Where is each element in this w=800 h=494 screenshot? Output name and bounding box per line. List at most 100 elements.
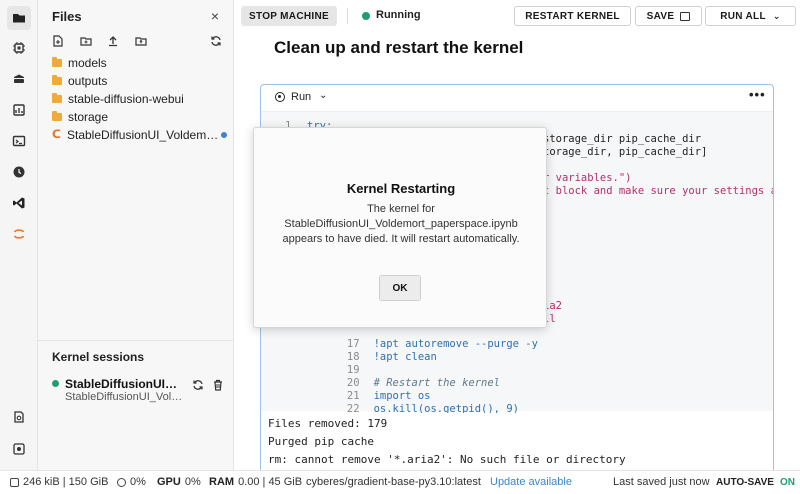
save-icon (680, 11, 691, 21)
save-button[interactable]: SAVE (635, 6, 702, 26)
upload-icon[interactable] (107, 35, 119, 47)
code-line: 19 (261, 352, 374, 376)
folder-icon (52, 75, 62, 85)
new-file-icon[interactable] (52, 35, 64, 47)
trash-icon[interactable] (212, 379, 224, 391)
ok-button[interactable]: OK (379, 275, 421, 301)
metrics-icon[interactable] (7, 98, 31, 122)
code-fragment: t block and make sure your settings a (543, 185, 774, 197)
run-button[interactable]: Run (291, 91, 311, 103)
stop-machine-button[interactable]: STOP MACHINE (241, 6, 337, 26)
terminal-icon[interactable] (7, 129, 31, 153)
session-name: StableDiffusionUI_Voldemort_paperspace.i… (65, 377, 183, 391)
file-item-notebook[interactable]: ᑕ StableDiffusionUI_Voldemort_paperspace… (52, 126, 232, 144)
more-options-icon[interactable]: ••• (749, 87, 766, 102)
file-name: outputs (68, 74, 108, 88)
code-fragment: storage_dir pip_cache_dir (543, 133, 702, 145)
file-item-storage[interactable]: storage (52, 108, 232, 126)
file-list: models outputs stable-diffusion-webui st… (52, 54, 232, 144)
top-toolbar: STOP MACHINE Running RESTART KERNEL SAVE… (234, 0, 800, 32)
vscode-icon[interactable] (7, 191, 31, 215)
restart-kernel-button[interactable]: RESTART KERNEL (514, 6, 631, 26)
ram-label: RAM (209, 476, 235, 488)
kernel-sessions-title: Kernel sessions (52, 350, 145, 364)
output-line: Purged pip cache (268, 435, 374, 448)
chevron-down-icon[interactable]: ⌄ (319, 90, 327, 101)
dialog-line: StableDiffusionUI_Voldemort_paperspace.i… (284, 218, 518, 230)
gpu-usage: GPU 0% (157, 476, 201, 488)
unsaved-dot (221, 132, 227, 138)
folder-icon (52, 57, 62, 67)
ram-value: 0.00 | 45 GiB (238, 476, 303, 488)
dialog-line: The kernel for (367, 203, 435, 215)
divider (347, 8, 348, 24)
code-line: 21 import os (261, 378, 431, 402)
activity-bar (0, 0, 38, 470)
close-icon[interactable]: × (208, 9, 222, 23)
code-line: 22 os.kill(os.getpid(), 9) (261, 391, 519, 415)
machine-status: Running (376, 9, 421, 21)
upload-folder-icon[interactable] (135, 35, 147, 47)
update-available-link[interactable]: Update available (490, 476, 572, 488)
file-name: StableDiffusionUI_Voldemort_paperspace.i… (67, 128, 219, 142)
storage-value: 246 kiB | 150 GiB (23, 476, 109, 488)
save-label: SAVE (646, 10, 675, 22)
ram-usage: RAM 0.00 | 45 GiB (209, 476, 302, 488)
kernel-session-item[interactable]: StableDiffusionUI_Voldemort_paperspace.i… (52, 377, 228, 407)
output-line: Files removed: 179 (268, 417, 388, 430)
storage-icon (10, 477, 19, 487)
folder-icon[interactable] (7, 6, 31, 30)
cpu-usage: 0% (117, 476, 146, 488)
settings-icon[interactable] (7, 437, 31, 461)
autosave-label: AUTO-SAVE (716, 477, 774, 488)
file-name: stable-diffusion-webui (68, 92, 184, 106)
code-fragment: r variables.") (543, 172, 632, 184)
output-line: rm: cannot remove '*.aria2': No such fil… (268, 453, 626, 466)
last-saved: Last saved just now (613, 476, 710, 488)
cpu-icon (117, 477, 126, 487)
run-all-button[interactable]: RUN ALL ⌄ (705, 6, 796, 26)
code-line: 18 !apt clean (261, 339, 437, 363)
stack-icon[interactable] (7, 67, 31, 91)
gpu-label: GPU (157, 476, 181, 488)
running-status-dot (362, 12, 370, 20)
new-folder-icon[interactable] (80, 35, 92, 47)
chevron-down-icon: ⌄ (772, 10, 781, 21)
session-status-dot (52, 380, 59, 387)
file-item-models[interactable]: models (52, 54, 232, 72)
cpu-value: 0% (130, 476, 146, 488)
code-line: 20 # Restart the kernel (261, 365, 500, 389)
divider (38, 340, 234, 341)
file-name: models (68, 56, 107, 70)
files-title: Files (52, 9, 82, 24)
restart-icon[interactable] (192, 379, 204, 391)
container-image: cyberes/gradient-base-py3.10:latest (306, 476, 481, 488)
cell-header: Run ⌄ ••• (261, 85, 773, 109)
dialog-message: The kernel for StableDiffusionUI_Voldemo… (266, 202, 536, 247)
storage-usage: 246 kiB | 150 GiB (10, 476, 108, 488)
file-name: storage (68, 110, 109, 124)
autosave-value: ON (779, 477, 795, 488)
jupyter-notebook-icon: ᑕ (52, 129, 61, 141)
dialog-title: Kernel Restarting (346, 181, 456, 196)
chip-icon[interactable] (7, 36, 31, 60)
autosave-toggle[interactable]: AUTO-SAVE ON (716, 477, 795, 488)
kernel-restarting-dialog: Kernel Restarting The kernel for StableD… (253, 127, 547, 328)
help-icon[interactable] (7, 405, 31, 429)
files-toolbar (52, 35, 224, 49)
jupyter-icon[interactable] (7, 222, 31, 246)
folder-icon (52, 111, 62, 121)
status-bar: 246 kiB | 150 GiB 0% GPU 0% RAM 0.00 | 4… (0, 470, 800, 494)
file-item-stable-diffusion-webui[interactable]: stable-diffusion-webui (52, 90, 232, 108)
files-panel: Files × models outputs stable-diffusion-… (38, 0, 234, 470)
folder-icon (52, 93, 62, 103)
run-icon[interactable] (275, 92, 285, 102)
dialog-line: appears to have died. It will restart au… (282, 233, 520, 245)
markdown-heading: Clean up and restart the kernel (274, 38, 524, 57)
gpu-value: 0% (184, 476, 201, 488)
file-item-outputs[interactable]: outputs (52, 72, 232, 90)
refresh-icon[interactable] (210, 35, 222, 47)
clock-icon[interactable] (7, 160, 31, 184)
session-path: StableDiffusionUI_Voldemort_paperspace.i… (65, 391, 183, 403)
run-all-label: RUN ALL (720, 10, 766, 22)
